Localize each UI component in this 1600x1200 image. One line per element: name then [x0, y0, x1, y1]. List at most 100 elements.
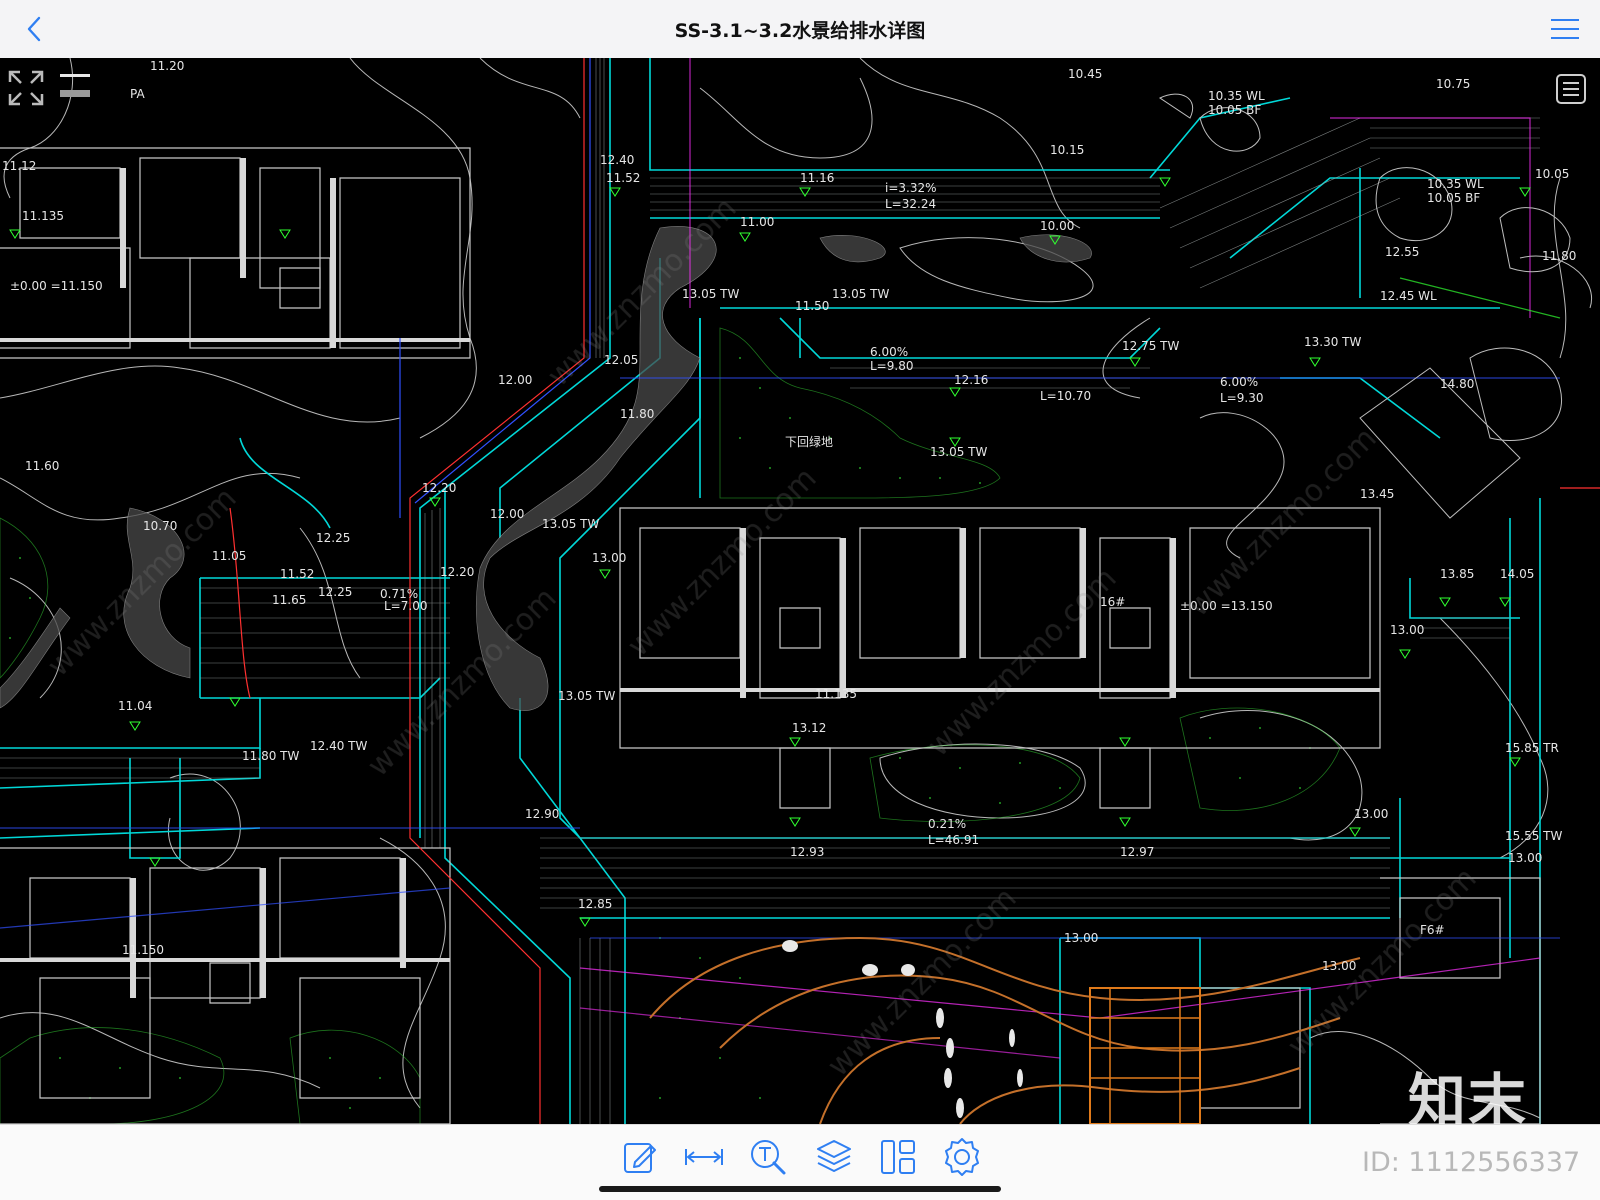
cad-label: 6.00% [870, 345, 908, 359]
cad-label: 10.45 [1068, 67, 1102, 81]
cad-label: L=9.30 [1220, 391, 1263, 405]
cad-label: 13.05 TW [930, 445, 987, 459]
cad-label: 12.25 [316, 531, 350, 545]
edit-button[interactable] [618, 1135, 662, 1179]
measure-button[interactable] [682, 1135, 726, 1179]
cad-label: 13.05 TW [542, 517, 599, 531]
cad-label: 13.05 TW [558, 689, 615, 703]
layers-icon [817, 1140, 851, 1172]
layout-button[interactable] [876, 1135, 920, 1179]
cad-label: 10.75 [1436, 77, 1470, 91]
cad-label: 11.12 [2, 159, 36, 173]
cad-label: 10.15 [1050, 143, 1084, 157]
navigation-bar: SS-3.1~3.2水景给排水详图 [0, 0, 1600, 59]
cad-label: 12.40 TW [310, 739, 367, 753]
list-icon [1556, 74, 1586, 104]
cad-label: 11.05 [212, 549, 246, 563]
edit-icon [624, 1143, 656, 1173]
cad-label: ±0.00 =11.150 [10, 279, 103, 293]
cad-label: 12.45 WL [1380, 289, 1437, 303]
cad-label: 6.00% [1220, 375, 1258, 389]
cad-label: PA [130, 87, 145, 101]
cad-label: 13.12 [792, 721, 826, 735]
layer-list-button[interactable] [1554, 72, 1588, 106]
brand-watermark: 知末 [1408, 1067, 1529, 1124]
cad-label: 10.05 BF [1208, 103, 1261, 117]
cad-label: L=32.24 [885, 197, 936, 211]
text-search-button[interactable] [746, 1135, 790, 1179]
cad-drawing[interactable]: 11.20 PA 11.12 11.135 ±0.00 =11.150 11.6… [0, 58, 1600, 1124]
fullscreen-button[interactable] [4, 66, 48, 110]
svg-text:www.znzmo.com: www.znzmo.com [821, 881, 1024, 1084]
text-search-icon [751, 1140, 786, 1175]
cad-label: 14.80 [1440, 377, 1474, 391]
cad-label: L=9.80 [870, 359, 913, 373]
cad-label: 13.00 [592, 551, 626, 565]
cad-label: 11.135 [815, 687, 857, 701]
layers-button[interactable] [812, 1135, 856, 1179]
cad-label: 11.80 [620, 407, 654, 421]
cad-label: L=10.70 [1040, 389, 1091, 403]
settings-icon [945, 1138, 979, 1176]
cad-label: 11.65 [272, 593, 306, 607]
cad-label: 10.05 BF [1427, 191, 1480, 205]
expand-icon [8, 70, 44, 106]
settings-button[interactable] [940, 1135, 984, 1179]
drawing-canvas[interactable]: 11.20 PA 11.12 11.135 ±0.00 =11.150 11.6… [0, 58, 1600, 1124]
line-weight-icon [60, 74, 90, 97]
planting-dots [9, 357, 1311, 1109]
cad-label: 0.21% [928, 817, 966, 831]
cad-label: 13.05 TW [832, 287, 889, 301]
cad-label: 11.80 [1542, 249, 1576, 263]
cad-label: 11.16 [800, 171, 834, 185]
cad-label: 10.05 [1535, 167, 1569, 181]
cad-label: 14.05 [1500, 567, 1534, 581]
cad-label: 11.52 [280, 567, 314, 581]
cad-label: 12.40 [600, 153, 634, 167]
home-indicator[interactable] [599, 1186, 1001, 1192]
line-weight-toggle[interactable] [58, 70, 92, 100]
cad-label: 12.00 [498, 373, 532, 387]
cad-label: 11.52 [606, 171, 640, 185]
cad-label: 12.55 [1385, 245, 1419, 259]
pebble-bands [0, 226, 1092, 711]
cad-label: 13.05 TW [682, 287, 739, 301]
cad-label: 12.97 [1120, 845, 1154, 859]
cad-label: i=3.32% [885, 181, 937, 195]
cad-label: 11.150 [122, 943, 164, 957]
page-title: SS-3.1~3.2水景给排水详图 [674, 20, 926, 42]
cad-label: 11.135 [22, 209, 64, 223]
cad-label: 12.90 [525, 807, 559, 821]
cad-label: 13.30 TW [1304, 335, 1361, 349]
cad-label: 12.00 [490, 507, 524, 521]
cad-label: 15.85 TR [1505, 741, 1559, 755]
cad-label: 10.35 WL [1208, 89, 1265, 103]
cad-label: 12.25 [318, 585, 352, 599]
cad-label: 11.50 [795, 299, 829, 313]
layout-icon [881, 1140, 915, 1174]
cad-label: 12.20 [440, 565, 474, 579]
cad-label: 13.00 [1064, 931, 1098, 945]
cad-label: 15.55 TW [1505, 829, 1562, 843]
cad-label: 13.00 [1508, 851, 1542, 865]
cad-label: 10.00 [1040, 219, 1074, 233]
svg-text:www.znzmo.com: www.znzmo.com [921, 561, 1124, 764]
cad-label: 11.04 [118, 699, 152, 713]
cad-label: 11.80 TW [242, 749, 299, 763]
cad-label: 11.20 [150, 59, 184, 73]
menu-button[interactable] [1548, 15, 1582, 43]
cad-label: 13.00 [1390, 623, 1424, 637]
cad-label: 13.00 [1354, 807, 1388, 821]
cad-label: 13.45 [1360, 487, 1394, 501]
cad-label: 12.20 [422, 481, 456, 495]
cad-label: 12.16 [954, 373, 988, 387]
cad-label: 12.93 [790, 845, 824, 859]
id-watermark: ID: 1112556337 [1362, 1147, 1581, 1178]
cad-label: 10.35 WL [1427, 177, 1484, 191]
cad-label: 12.85 [578, 897, 612, 911]
cad-label: L=46.91 [928, 833, 979, 847]
svg-text:www.znzmo.com: www.znzmo.com [1281, 861, 1484, 1064]
measure-icon [685, 1149, 723, 1165]
cad-label: 12.05 [604, 353, 638, 367]
svg-text:www.znzmo.com: www.znzmo.com [621, 461, 824, 664]
